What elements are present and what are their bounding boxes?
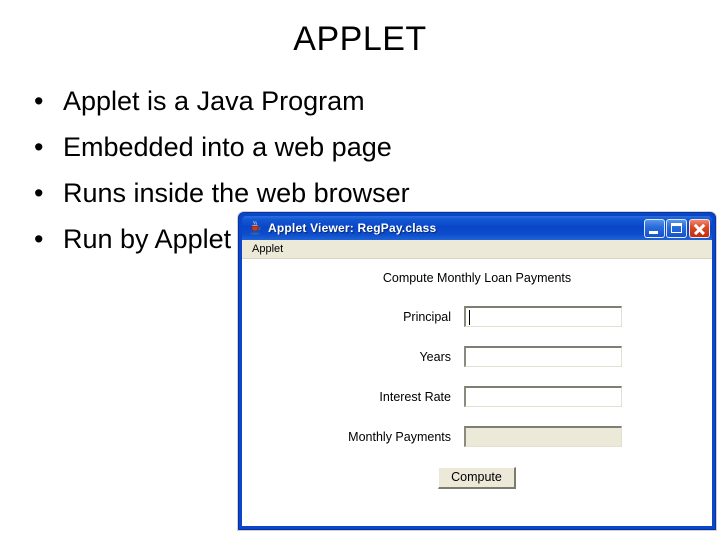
applet-content-area: Compute Monthly Loan Payments Principal …	[242, 259, 712, 526]
bullet-marker-icon: •	[34, 178, 44, 208]
form-row-years: Years	[242, 343, 712, 370]
interest-rate-label: Interest Rate	[379, 389, 451, 404]
window-title-text: Applet Viewer: RegPay.class	[268, 221, 437, 235]
years-label: Years	[419, 349, 451, 364]
menu-item-applet[interactable]: Applet	[248, 242, 287, 256]
form-row-principal: Principal	[242, 303, 712, 330]
principal-input[interactable]	[464, 306, 622, 327]
compute-button[interactable]: Compute	[438, 467, 516, 489]
window-titlebar[interactable]: Applet Viewer: RegPay.class	[242, 216, 712, 240]
minimize-icon	[649, 230, 658, 234]
principal-label: Principal	[403, 309, 451, 324]
compute-button-row: Compute	[242, 467, 712, 489]
list-item: • Embedded into a web page	[26, 124, 506, 170]
window-menubar: Applet	[242, 240, 712, 259]
bullet-marker-icon: •	[34, 224, 44, 254]
list-item-label: Runs inside the web browser	[63, 178, 410, 208]
interest-rate-input[interactable]	[464, 386, 622, 407]
list-item-label: Applet is a Java Program	[63, 86, 365, 116]
form-row-monthly-payments: Monthly Payments	[242, 423, 712, 450]
bullet-marker-icon: •	[34, 132, 44, 162]
monthly-payments-label: Monthly Payments	[348, 429, 451, 444]
text-caret	[469, 310, 470, 325]
java-cup-icon	[247, 220, 263, 236]
maximize-icon	[671, 222, 682, 233]
close-button[interactable]	[689, 218, 710, 238]
minimize-button[interactable]	[644, 218, 665, 238]
form-heading: Compute Monthly Loan Payments	[382, 271, 572, 285]
monthly-payments-output	[464, 426, 622, 447]
years-input[interactable]	[464, 346, 622, 367]
page-title: APPLET	[293, 20, 427, 58]
bullet-marker-icon: •	[34, 86, 44, 116]
maximize-button[interactable]	[666, 218, 687, 238]
list-item: • Runs inside the web browser	[26, 170, 506, 216]
list-item: • Applet is a Java Program	[26, 78, 506, 124]
applet-viewer-window[interactable]: Applet Viewer: RegPay.class Applet Compu…	[238, 212, 716, 530]
form-row-interest-rate: Interest Rate	[242, 383, 712, 410]
list-item-label: Embedded into a web page	[63, 132, 392, 162]
form-field-group: Principal Years Interest Rate Monthly Pa…	[242, 303, 712, 463]
